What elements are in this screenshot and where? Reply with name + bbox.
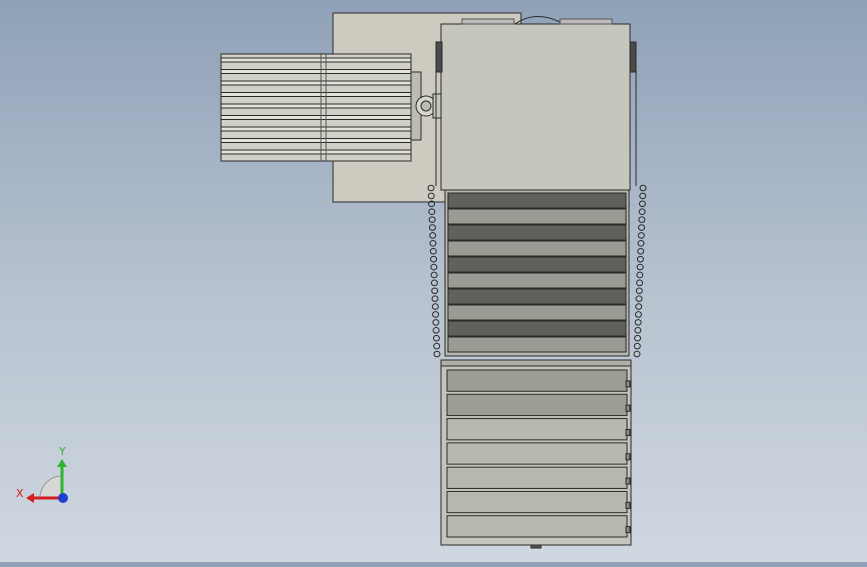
chain-link xyxy=(431,287,439,295)
chain-link xyxy=(433,350,441,358)
chain-link xyxy=(634,326,642,334)
motor-fin xyxy=(220,115,412,120)
upper-slat xyxy=(447,208,627,225)
lower-slat xyxy=(446,393,628,417)
motor-fin xyxy=(220,126,412,132)
chain-link xyxy=(428,208,436,216)
chain-link xyxy=(432,319,440,326)
upper-slat xyxy=(447,256,627,273)
chain-link xyxy=(431,303,439,310)
chain-link xyxy=(639,192,647,200)
chain-link xyxy=(430,263,438,271)
chain-link xyxy=(637,232,645,239)
chain-link xyxy=(432,326,440,334)
slat-clip xyxy=(625,380,631,388)
chain-link xyxy=(635,303,643,310)
chain-link xyxy=(634,319,642,326)
motor-fin xyxy=(220,69,412,74)
motor-fin xyxy=(220,80,412,86)
chain-link xyxy=(636,279,644,287)
upper-conveyor-slats xyxy=(447,192,627,353)
lower-slat xyxy=(446,442,628,465)
chain-link xyxy=(636,263,644,271)
reference-triad: X Y xyxy=(16,445,68,503)
upper-conveyor[interactable] xyxy=(444,189,630,357)
chain-link xyxy=(429,232,437,239)
chain-link xyxy=(638,200,646,208)
upper-slat xyxy=(447,224,627,241)
lower-slat xyxy=(446,515,628,538)
chain-link xyxy=(636,255,644,263)
chain-link xyxy=(638,224,646,231)
triad-x-label: X xyxy=(16,487,24,500)
chain-link xyxy=(638,216,646,223)
upper-slat xyxy=(447,272,627,289)
triad-y-arrow-icon xyxy=(57,459,67,467)
chain-link xyxy=(633,342,641,350)
upper-slat xyxy=(447,304,627,321)
motor-fin xyxy=(220,103,412,109)
chain-link xyxy=(635,295,643,302)
slat-clip xyxy=(625,501,631,509)
chain-link xyxy=(428,224,436,231)
lower-slat xyxy=(446,490,628,514)
chain-link xyxy=(433,342,441,350)
lower-tray[interactable] xyxy=(440,359,632,549)
chain-link xyxy=(432,334,440,342)
chain-link xyxy=(639,184,647,192)
cad-model-view[interactable]: X Y xyxy=(0,0,867,562)
chain-link xyxy=(430,271,438,279)
triad-z-quadrant xyxy=(39,475,63,499)
triad-y-label: Y xyxy=(58,445,66,458)
chain-link xyxy=(432,311,440,318)
slat-clip xyxy=(625,477,631,485)
gearbox-housing[interactable] xyxy=(435,16,637,191)
chain-link xyxy=(635,287,643,295)
upper-slat xyxy=(447,336,627,353)
chain-link xyxy=(634,334,642,342)
motor-fins xyxy=(220,57,412,155)
drive-chain-right[interactable] xyxy=(633,184,647,358)
upper-slat xyxy=(447,240,627,257)
chain-link xyxy=(430,279,438,287)
triad-z-axis-icon xyxy=(58,493,68,503)
upper-slat xyxy=(447,192,627,209)
motor-housing[interactable] xyxy=(220,53,412,162)
lower-tray-slats xyxy=(446,369,631,538)
lower-slat xyxy=(446,466,628,489)
lower-slat xyxy=(446,369,628,392)
chain-link xyxy=(637,240,645,247)
motor-fin xyxy=(220,149,412,155)
chain-link xyxy=(634,311,642,318)
motor-fin xyxy=(220,92,412,97)
triad-x-arrow-icon xyxy=(26,493,34,503)
slat-clip xyxy=(625,429,631,436)
chain-link xyxy=(638,208,646,216)
lower-slat xyxy=(446,418,628,441)
motor-fin xyxy=(220,138,412,143)
slat-clip xyxy=(625,453,631,461)
chain-link xyxy=(429,247,437,255)
upper-slat xyxy=(447,288,627,305)
slat-clip xyxy=(625,404,631,412)
chain-link xyxy=(428,216,436,223)
chain-link xyxy=(431,295,439,302)
chain-link xyxy=(633,350,641,358)
drive-chain-left[interactable] xyxy=(427,184,441,358)
slat-clip xyxy=(625,526,631,534)
cad-graphics-viewport[interactable]: X Y xyxy=(0,0,867,562)
chain-link xyxy=(637,247,645,255)
chain-link xyxy=(430,255,438,263)
chain-link xyxy=(636,271,644,279)
chain-link xyxy=(429,240,437,247)
upper-slat xyxy=(447,320,627,337)
motor-fin xyxy=(220,57,412,63)
